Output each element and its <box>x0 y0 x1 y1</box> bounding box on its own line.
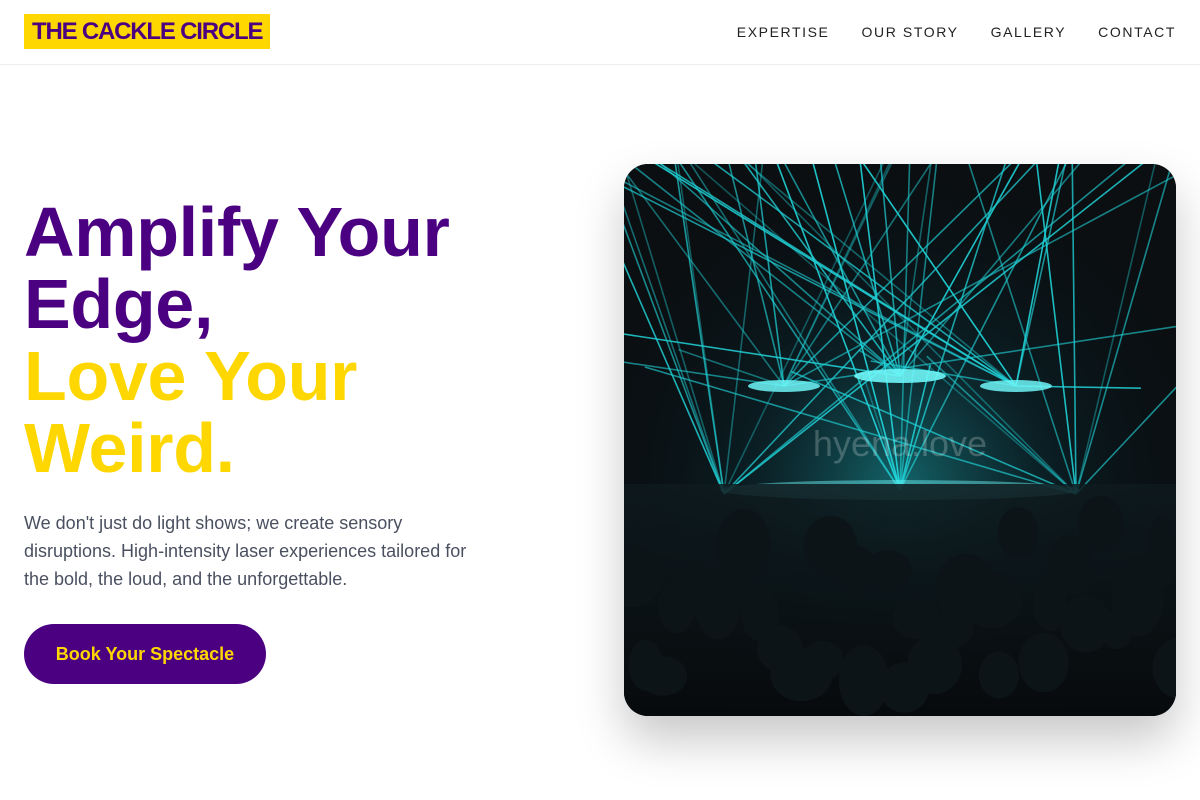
book-spectacle-button[interactable]: Book Your Spectacle <box>24 624 266 684</box>
nav-link-our-story[interactable]: OUR STORY <box>862 24 959 40</box>
hero-heading-line-3: Love Your <box>24 337 358 415</box>
hero-heading-line-4: Weird. <box>24 409 235 487</box>
nav-link-gallery[interactable]: GALLERY <box>991 24 1067 40</box>
nav-menu: EXPERTISE OUR STORY GALLERY CONTACT <box>737 24 1176 40</box>
image-watermark: hyena.love <box>813 423 987 464</box>
hero-heading-line-1: Amplify Your <box>24 193 450 271</box>
hero-heading: Amplify Your Edge, Love Your Weird. <box>24 196 544 484</box>
laser-show-image: hyena.love <box>624 164 1176 716</box>
top-navigation: THE CACKLE CIRCLE EXPERTISE OUR STORY GA… <box>0 0 1200 65</box>
hero-heading-line-2: Edge, <box>24 265 214 343</box>
laser-show-illustration: hyena.love <box>624 164 1176 716</box>
nav-link-contact[interactable]: CONTACT <box>1098 24 1176 40</box>
nav-link-expertise[interactable]: EXPERTISE <box>737 24 830 40</box>
site-logo[interactable]: THE CACKLE CIRCLE <box>24 14 271 49</box>
hero-description: We don't just do light shows; we create … <box>24 513 467 589</box>
